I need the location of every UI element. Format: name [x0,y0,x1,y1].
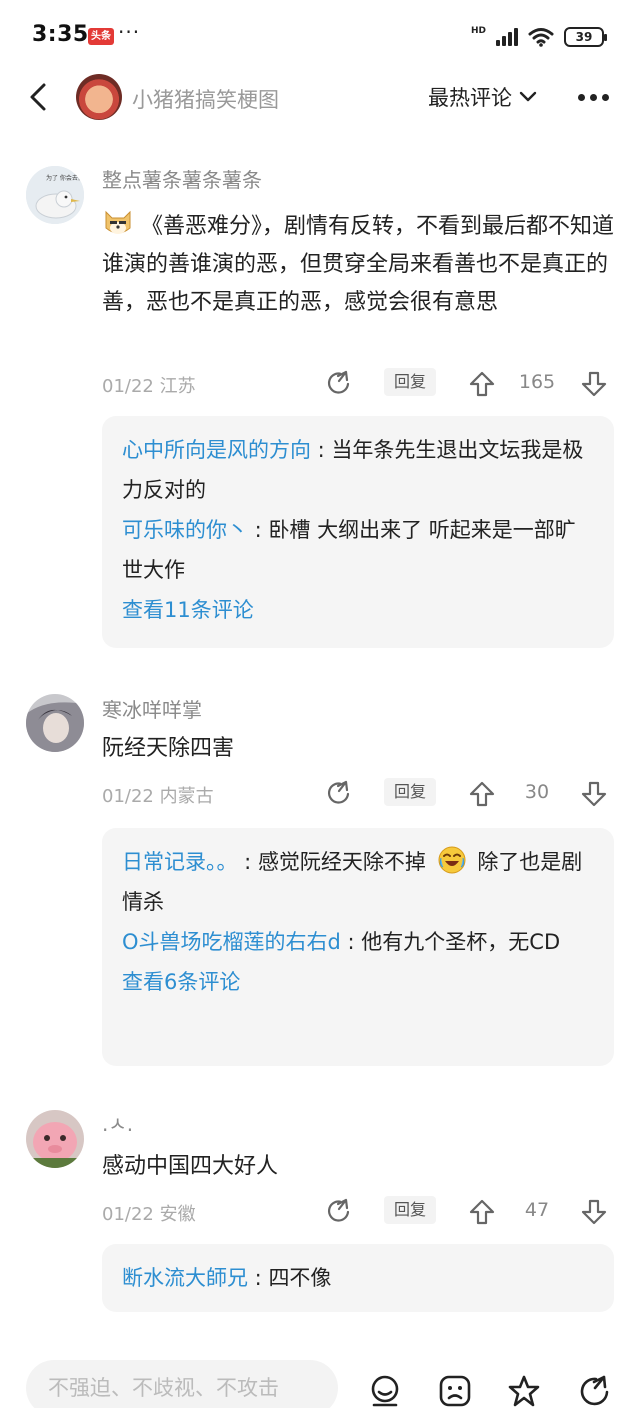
reply-item[interactable]: 日常记录。。 : 感觉阮经天除不掉 除了也是剧情杀 [122,842,594,922]
reply-separator: : [248,1266,269,1290]
comment-text: 《善恶难分》，剧情有反转，不看到最后都不知道谁演的善谁演的恶，但贯穿全局来看善也… [102,208,614,322]
channel-title[interactable]: 小猪猪搞笑梗图 [132,84,279,114]
comment-text: 阮经天除四害 [102,730,614,768]
reply-text: 四不像 [268,1266,332,1290]
reply-separator: : [340,930,362,954]
comment-body: 《善恶难分》，剧情有反转，不看到最后都不知道谁演的善谁演的恶，但贯穿全局来看善也… [102,214,615,315]
share-icon[interactable] [326,370,352,396]
comment-username[interactable]: 整点薯条薯条薯条 [102,164,262,193]
reply-text: 感觉阮经天除不掉 [257,850,426,874]
seagull-avatar-icon: 为了 你会去做头 整点薯条 [26,166,84,224]
view-more-replies-link[interactable]: 查看11条评论 [122,590,594,630]
status-time: 3:35 [32,22,89,47]
reply-text: 他有九个圣杯，无CD [361,930,561,954]
downvote-icon[interactable] [580,1198,608,1226]
user-avatar[interactable] [26,694,84,752]
sort-dropdown[interactable]: 最热评论 [428,82,538,112]
comment-body: 感动中国四大好人 [102,1154,279,1179]
signal-icon [496,28,518,46]
reply-item[interactable]: 断水流大師兄 : 四不像 [122,1258,594,1298]
view-more-replies-link[interactable]: 查看6条评论 [122,962,594,1002]
doge-emoji-icon [105,210,131,234]
app-badge: 头条 [88,28,114,45]
vote-count: 47 [524,1199,550,1221]
bottom-action-bar: 不强迫、不歧视、不攻击 [0,1352,640,1408]
share-icon[interactable] [326,780,352,806]
reply-item[interactable]: O斗兽场吃榴莲的右右d : 他有九个圣杯，无CD [122,922,594,962]
sort-label: 最热评论 [428,86,512,110]
chevron-down-icon [519,91,537,102]
reply-separator: : [311,438,332,462]
wifi-icon [528,28,554,47]
network-label: HD [470,25,486,36]
vote-count: 165 [518,371,556,393]
comment-date-location: 01/22 江苏 [102,376,196,397]
comment-date-location: 01/22 内蒙古 [102,786,214,807]
status-icons: HD 39 [470,24,607,50]
user-avatar[interactable]: 为了 你会去做头 整点薯条 [26,166,84,224]
comment-username[interactable]: 寒冰咩咩掌 [102,694,202,723]
vote-count: 30 [524,781,550,803]
header: 小猪猪搞笑梗图 最热评论 [0,72,640,124]
person-avatar-icon [26,694,84,752]
pink-face-avatar-icon [26,1110,84,1168]
reply-button[interactable]: 回复 [384,778,436,806]
comment-username[interactable]: .ㅅ. [102,1108,133,1137]
share-icon[interactable] [326,1198,352,1224]
reply-username[interactable]: O斗兽场吃榴莲的右右d [122,930,341,954]
battery-icon: 39 [564,27,607,47]
laughing-crying-emoji-icon [438,846,466,874]
downvote-icon[interactable] [580,370,608,398]
reply-username[interactable]: 日常记录。。 [122,850,238,874]
reply-item[interactable]: 心中所向是风的方向 : 当年条先生退出文坛我是极力反对的 [122,430,594,510]
comment-meta: 01/22 江苏 回复 165 [102,368,614,400]
reply-preview-box: 断水流大師兄 : 四不像 [102,1244,614,1312]
reply-separator: : [237,850,258,874]
more-options-icon[interactable] [576,94,612,102]
channel-avatar[interactable] [76,74,122,120]
reply-preview-box: 日常记录。。 : 感觉阮经天除不掉 除了也是剧情杀 O斗兽场吃榴莲的右右d : … [102,828,614,1066]
comment-date-location: 01/22 安徽 [102,1204,196,1225]
comment-meta: 01/22 内蒙古 回复 30 [102,778,614,810]
reply-button[interactable]: 回复 [384,1196,436,1224]
upvote-icon[interactable] [468,370,496,398]
comment-text: 感动中国四大好人 [102,1148,614,1186]
reply-username[interactable]: 可乐味的你丶 [122,518,248,542]
back-icon[interactable] [24,82,54,112]
status-bar: 3:35 头条 ··· HD 39 [0,0,640,72]
user-avatar[interactable] [26,1110,84,1168]
comment-meta: 01/22 安徽 回复 47 [102,1196,614,1228]
share-icon[interactable] [578,1374,612,1408]
reply-item[interactable]: 可乐味的你丶 : 卧槽 大纲出来了 听起来是一部旷世大作 [122,510,594,590]
comment-body: 阮经天除四害 [102,736,235,761]
emoji-sticker-icon[interactable] [438,1374,472,1408]
status-more: ··· [118,20,141,44]
reply-username[interactable]: 断水流大師兄 [122,1266,248,1290]
star-favorite-icon[interactable] [507,1374,541,1408]
reply-button[interactable]: 回复 [384,368,436,396]
avatar-caption: 为了 你会去做头 整点薯条 [46,174,84,182]
comment-input[interactable]: 不强迫、不歧视、不攻击 [26,1360,338,1408]
reply-preview-box: 心中所向是风的方向 : 当年条先生退出文坛我是极力反对的 可乐味的你丶 : 卧槽… [102,416,614,648]
comments-icon[interactable] [368,1374,402,1408]
upvote-icon[interactable] [468,1198,496,1226]
reply-separator: : [248,518,269,542]
upvote-icon[interactable] [468,780,496,808]
downvote-icon[interactable] [580,780,608,808]
reply-username[interactable]: 心中所向是风的方向 [122,438,311,462]
